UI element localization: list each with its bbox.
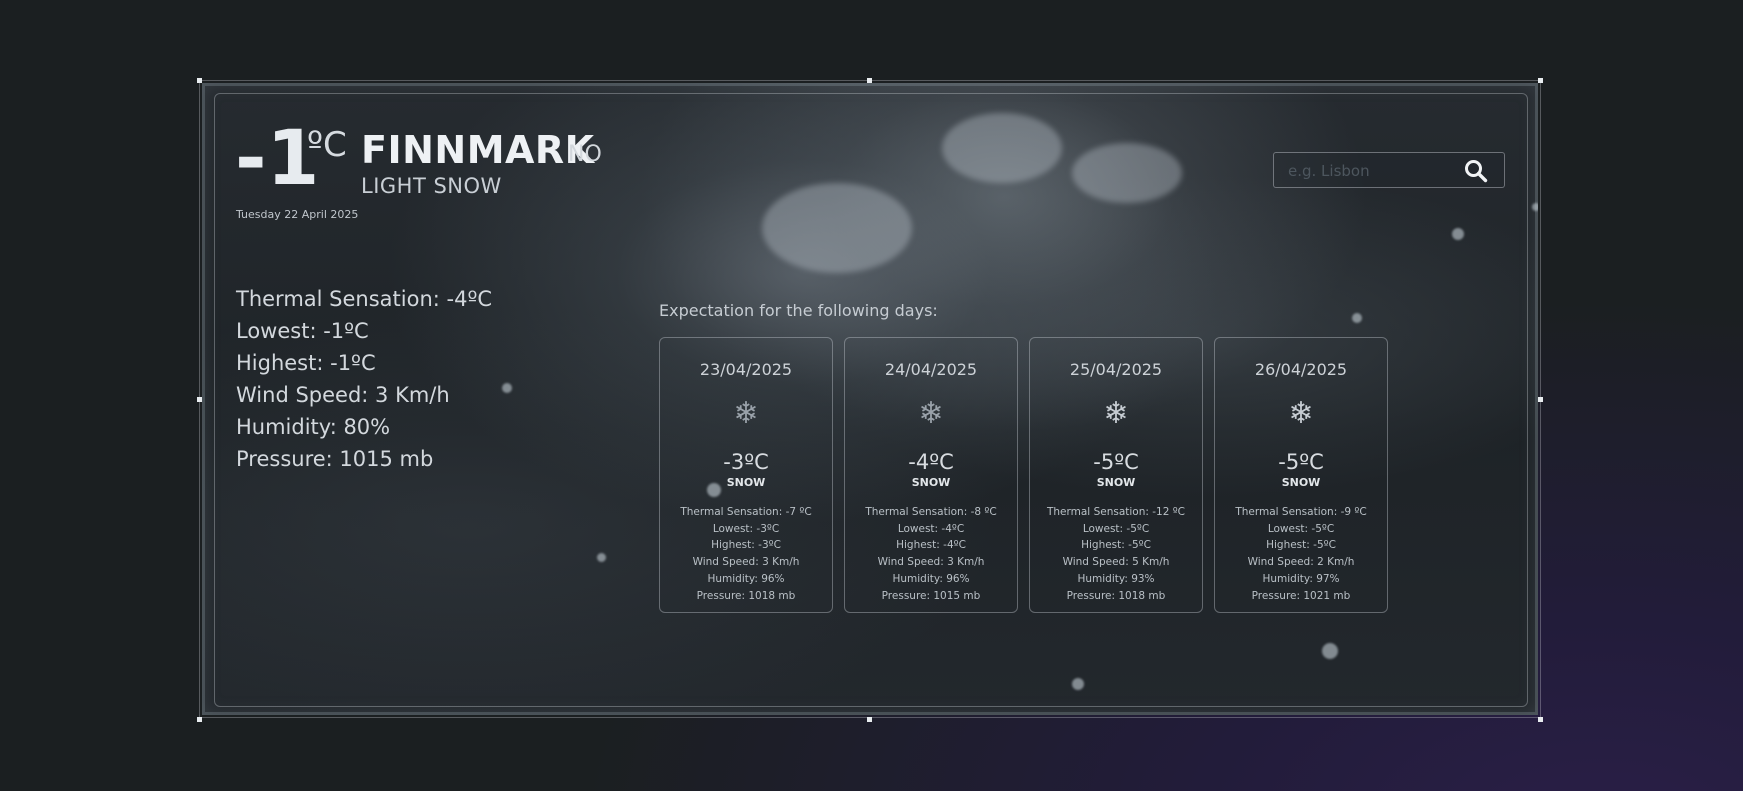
temperature-unit: ºC xyxy=(307,125,347,165)
forecast-temperature: -5ºC xyxy=(1093,450,1139,474)
forecast-details: Thermal Sensation: -7 ºC Lowest: -3ºC Hi… xyxy=(660,504,832,604)
stat-wind-speed: Wind Speed: 3 Km/h xyxy=(236,383,450,407)
stat-thermal-sensation: Thermal Sensation: -4ºC xyxy=(236,287,492,311)
forecast-card: 25/04/2025 ❄ -5ºC SNOW Thermal Sensation… xyxy=(1029,337,1203,613)
forecast-highest: Highest: -5ºC xyxy=(1266,539,1336,552)
forecast-title: Expectation for the following days: xyxy=(659,301,938,320)
forecast-pressure: Pressure: 1021 mb xyxy=(1251,589,1351,602)
forecast-thermal-sensation: Thermal Sensation: -12 ºC xyxy=(1046,506,1186,518)
forecast-highest: Highest: -3ºC xyxy=(711,539,781,552)
forecast-humidity: Humidity: 97% xyxy=(1262,572,1340,585)
forecast-details: Thermal Sensation: -8 ºC Lowest: -4ºC Hi… xyxy=(845,504,1017,604)
forecast-pressure: Pressure: 1015 mb xyxy=(881,589,981,602)
forecast-highest: Highest: -4ºC xyxy=(896,539,966,552)
resize-handle-right[interactable] xyxy=(1538,397,1543,402)
forecast-lowest: Lowest: -4ºC xyxy=(897,522,965,535)
forecast-temperature: -4ºC xyxy=(908,450,954,474)
forecast-lowest: Lowest: -5ºC xyxy=(1082,522,1150,535)
current-date: Tuesday 22 April 2025 xyxy=(236,208,359,221)
forecast-humidity: Humidity: 93% xyxy=(1077,572,1155,585)
weather-description: LIGHT SNOW xyxy=(361,174,502,198)
resize-handle-bottom[interactable] xyxy=(867,717,872,722)
resize-handle-top-right[interactable] xyxy=(1538,78,1543,83)
snowflake-icon: ❄ xyxy=(1288,396,1314,431)
forecast-details: Thermal Sensation: -9 ºC Lowest: -5ºC Hi… xyxy=(1215,504,1387,604)
search-icon[interactable] xyxy=(1463,158,1489,184)
forecast-lowest: Lowest: -5ºC xyxy=(1267,522,1335,535)
forecast-temperature: -5ºC xyxy=(1278,450,1324,474)
search-box xyxy=(1273,152,1505,188)
forecast-wind-speed: Wind Speed: 3 Km/h xyxy=(692,556,800,569)
resize-handle-bottom-left[interactable] xyxy=(197,717,202,722)
forecast-temperature: -3ºC xyxy=(723,450,769,474)
city-name: FINNMARK xyxy=(361,128,595,172)
forecast-card: 23/04/2025 ❄ -3ºC SNOW Thermal Sensation… xyxy=(659,337,833,613)
stat-highest: Highest: -1ºC xyxy=(236,351,376,375)
current-stats: Thermal Sensation: -4ºC Lowest: -1ºC Hig… xyxy=(236,283,492,475)
forecast-date: 24/04/2025 xyxy=(884,360,978,379)
forecast-thermal-sensation: Thermal Sensation: -7 ºC xyxy=(680,506,812,518)
stat-humidity: Humidity: 80% xyxy=(236,415,391,439)
forecast-condition: SNOW xyxy=(726,476,766,489)
resize-handle-bottom-right[interactable] xyxy=(1538,717,1543,722)
snowflake-dot xyxy=(1532,203,1538,211)
forecast-card: 24/04/2025 ❄ -4ºC SNOW Thermal Sensation… xyxy=(844,337,1018,613)
forecast-details: Thermal Sensation: -12 ºC Lowest: -5ºC H… xyxy=(1030,504,1202,604)
forecast-wind-speed: Wind Speed: 2 Km/h xyxy=(1247,556,1355,569)
stat-lowest: Lowest: -1ºC xyxy=(236,319,369,343)
snowflake-icon: ❄ xyxy=(733,396,759,431)
country-code: NO xyxy=(568,142,602,167)
forecast-date: 23/04/2025 xyxy=(699,360,793,379)
forecast-condition: SNOW xyxy=(1281,476,1321,489)
forecast-date: 25/04/2025 xyxy=(1069,360,1163,379)
forecast-pressure: Pressure: 1018 mb xyxy=(696,589,796,602)
stat-pressure: Pressure: 1015 mb xyxy=(236,447,434,471)
forecast-lowest: Lowest: -3ºC xyxy=(712,522,780,535)
forecast-card: 26/04/2025 ❄ -5ºC SNOW Thermal Sensation… xyxy=(1214,337,1388,613)
snowflake-icon: ❄ xyxy=(918,396,944,431)
forecast-highest: Highest: -5ºC xyxy=(1081,539,1151,552)
forecast-thermal-sensation: Thermal Sensation: -8 ºC xyxy=(865,506,997,518)
snowflake-icon: ❄ xyxy=(1103,396,1129,431)
forecast-wind-speed: Wind Speed: 3 Km/h xyxy=(877,556,985,569)
forecast-humidity: Humidity: 96% xyxy=(707,572,785,585)
forecast-wind-speed: Wind Speed: 5 Km/h xyxy=(1062,556,1170,569)
forecast-condition: SNOW xyxy=(1096,476,1136,489)
forecast-thermal-sensation: Thermal Sensation: -9 ºC xyxy=(1235,506,1367,518)
search-input[interactable] xyxy=(1286,160,1460,182)
forecast-condition: SNOW xyxy=(911,476,951,489)
forecast-humidity: Humidity: 96% xyxy=(892,572,970,585)
forecast-date: 26/04/2025 xyxy=(1254,360,1348,379)
forecast-pressure: Pressure: 1018 mb xyxy=(1066,589,1166,602)
